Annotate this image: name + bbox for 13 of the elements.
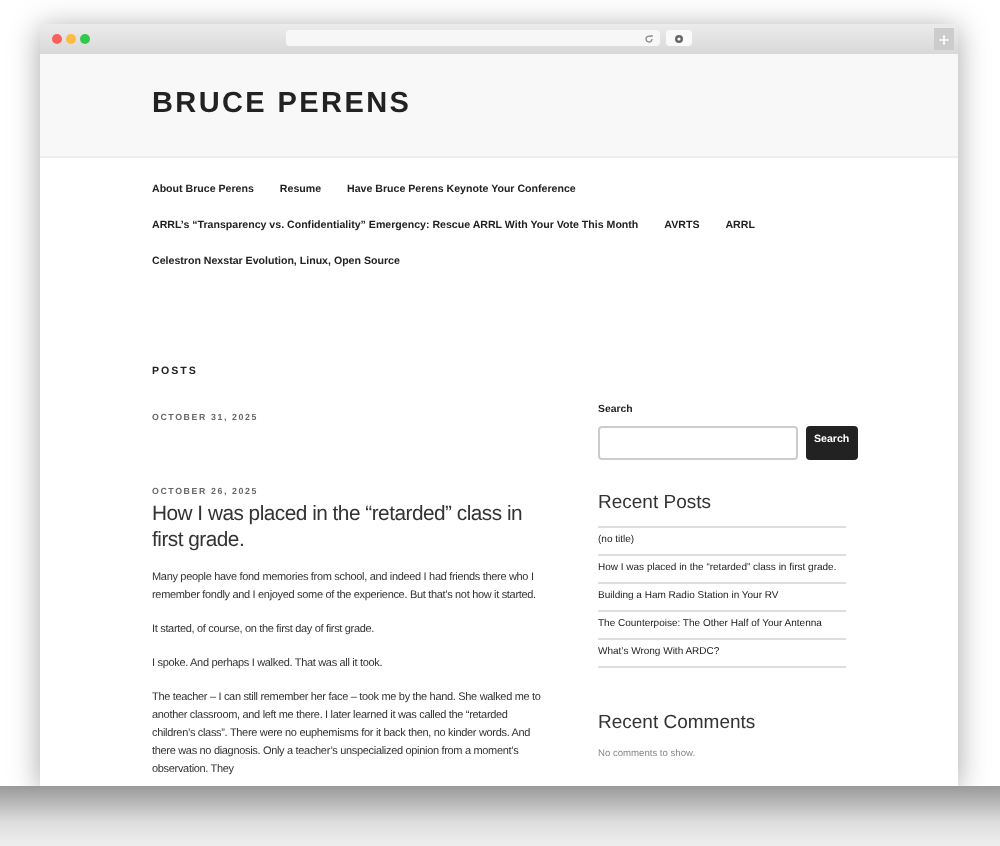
post-title[interactable]: How I was placed in the “retarded” class in first grade. bbox=[152, 501, 544, 554]
widget-heading: Recent Posts bbox=[598, 491, 713, 515]
maximize-icon[interactable] bbox=[80, 34, 90, 44]
new-tab-button[interactable] bbox=[934, 28, 954, 50]
search-field[interactable] bbox=[598, 425, 798, 460]
gear-icon bbox=[674, 33, 684, 43]
minimize-icon[interactable] bbox=[66, 34, 76, 44]
extension-button[interactable] bbox=[666, 30, 692, 46]
widget-heading: Recent Comments bbox=[598, 712, 758, 736]
site-title[interactable]: BRUCE PERENS bbox=[152, 90, 958, 119]
reload-icon[interactable] bbox=[644, 33, 654, 43]
close-icon[interactable] bbox=[52, 34, 62, 44]
plus-icon bbox=[938, 33, 950, 45]
